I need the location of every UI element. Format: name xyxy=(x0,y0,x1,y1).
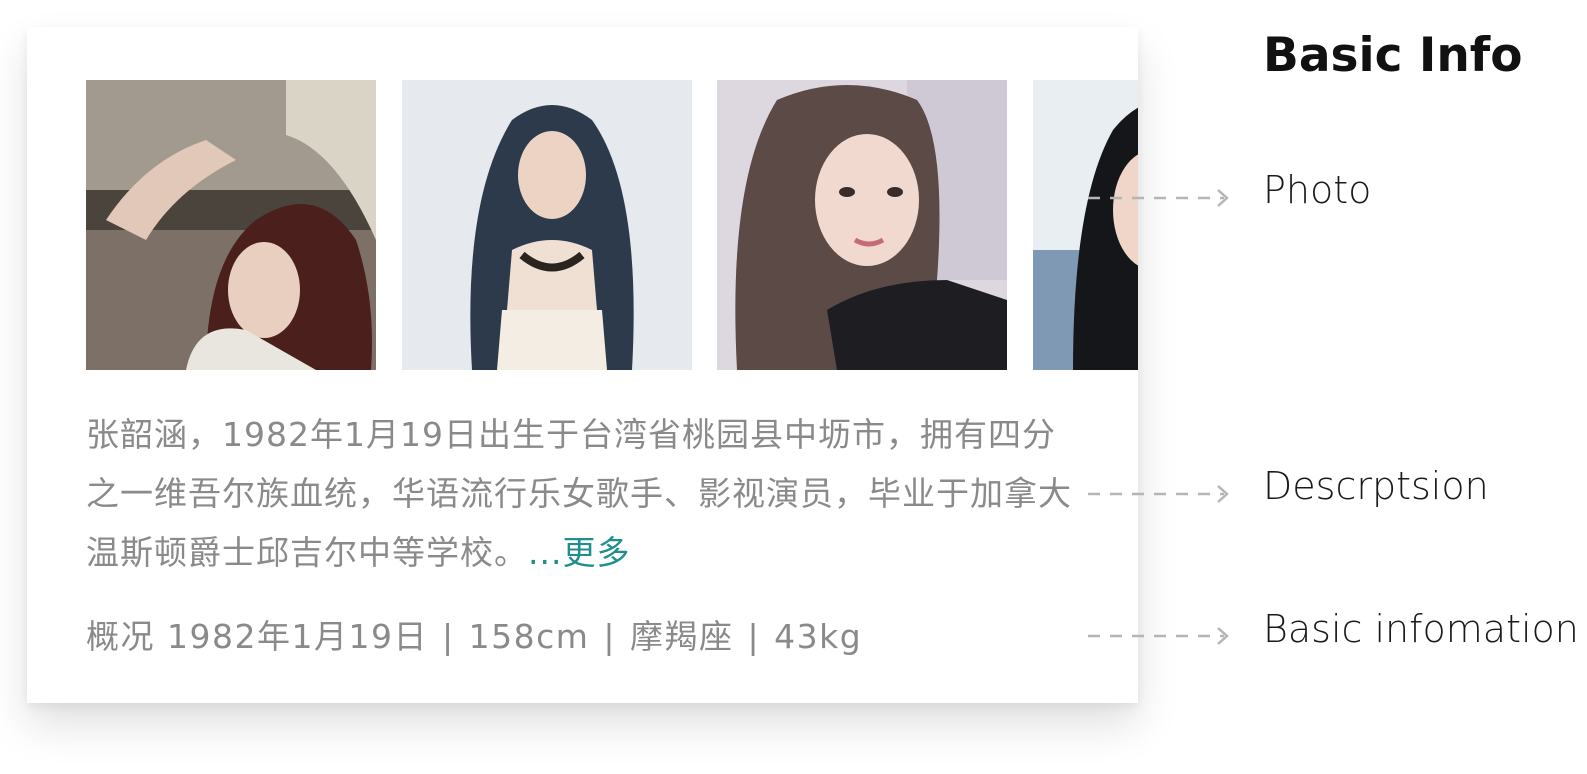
separator: | xyxy=(747,617,761,656)
separator: | xyxy=(441,617,455,656)
photo-item[interactable] xyxy=(717,80,1007,370)
separator: | xyxy=(603,617,617,656)
basic-info-card: 张韶涵，1982年1月19日出生于台湾省桃园县中坜市，拥有四分之一维吾尔族血统，… xyxy=(27,27,1138,703)
annotation-description-label: Descrptsion xyxy=(1263,464,1489,508)
photo-item[interactable] xyxy=(1033,80,1138,370)
birthday-value: 1982年1月19日 xyxy=(167,617,428,656)
annotation-photo-label: Photo xyxy=(1263,168,1372,212)
annotation-title: Basic Info xyxy=(1263,28,1523,83)
photo-item[interactable] xyxy=(86,80,376,370)
basic-info-prefix: 概况 xyxy=(86,617,155,656)
annotated-mockup: 张韶涵，1982年1月19日出生于台湾省桃园县中坜市，拥有四分之一维吾尔族血统，… xyxy=(0,0,1587,774)
description-text: 张韶涵，1982年1月19日出生于台湾省桃园县中坜市，拥有四分之一维吾尔族血统，… xyxy=(86,405,1076,582)
dashed-arrow-icon xyxy=(1088,186,1230,210)
photo-portrait-selfie-icon xyxy=(717,80,1007,370)
photo-item[interactable] xyxy=(402,80,692,370)
annotation-basic-label: Basic infomation xyxy=(1263,607,1579,651)
basic-info-row: 概况 1982年1月19日 | 158cm | 摩羯座 | 43kg xyxy=(86,610,862,658)
dashed-arrow-icon xyxy=(1088,624,1230,648)
photo-carousel[interactable] xyxy=(86,80,1138,370)
weight-value: 43kg xyxy=(774,617,863,656)
dashed-arrow-icon xyxy=(1088,482,1230,506)
height-value: 158cm xyxy=(468,617,590,656)
photo-portrait-cropped-icon xyxy=(1033,80,1138,370)
more-link[interactable]: ...更多 xyxy=(528,533,630,572)
photo-portrait-car-icon xyxy=(86,80,376,370)
zodiac-value: 摩羯座 xyxy=(630,617,734,656)
photo-portrait-necklace-icon xyxy=(402,80,692,370)
